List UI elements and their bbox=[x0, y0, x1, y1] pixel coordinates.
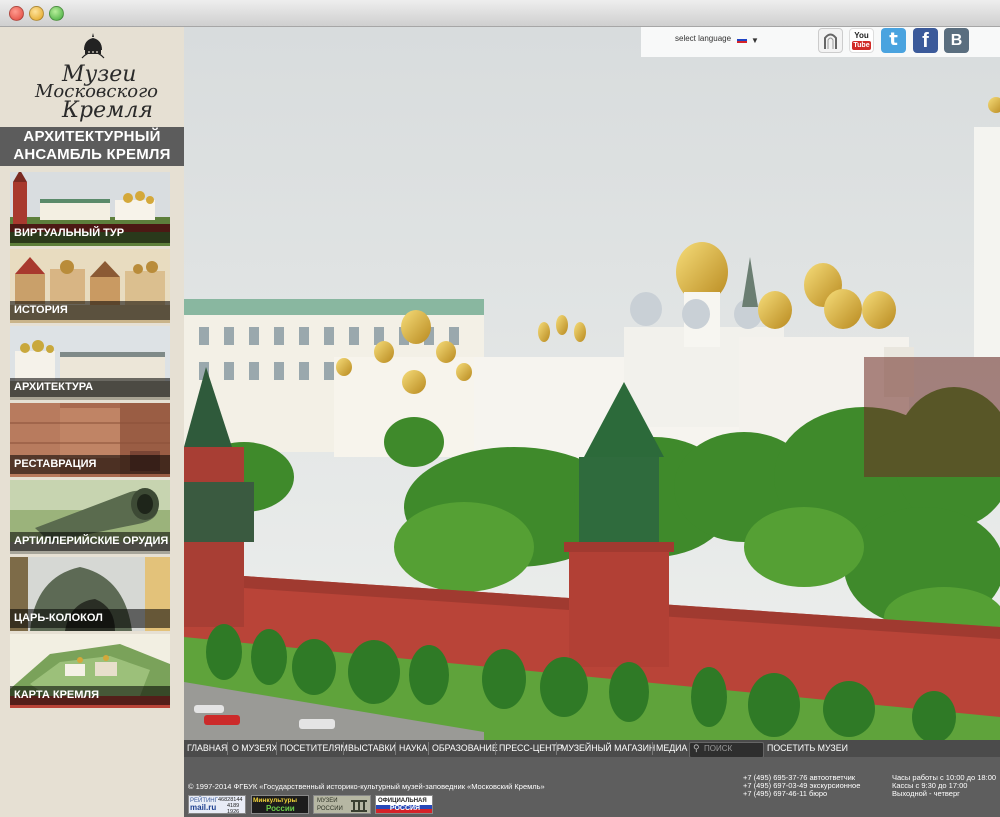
menu-divider bbox=[556, 742, 557, 755]
select-language-label[interactable]: select language bbox=[675, 34, 731, 43]
museums-bottom: РОССИИ bbox=[317, 806, 343, 812]
nav-tile-label: АРХИТЕКТУРА bbox=[10, 378, 170, 397]
day-off-text: Выходной - четверг bbox=[892, 789, 960, 798]
menu-item-education[interactable]: ОБРАЗОВАНИЕ bbox=[432, 740, 498, 757]
menu-item-home[interactable]: ГЛАВНАЯ bbox=[187, 740, 227, 757]
window-titlebar bbox=[0, 0, 1000, 27]
menu-item-science[interactable]: НАУКА bbox=[399, 740, 427, 757]
section-title-line1: АРХИТЕКТУРНЫЙ bbox=[23, 128, 161, 145]
logo-text-kremlin: Кремля bbox=[62, 98, 153, 123]
copyright-text: © 1997-2014 ФГБУК «Государственный истор… bbox=[188, 782, 545, 791]
menu-divider bbox=[495, 742, 496, 755]
twitter-icon[interactable]: t bbox=[881, 28, 906, 53]
menu-item-visitors[interactable]: ПОСЕТИТЕЛЯМ bbox=[280, 740, 348, 757]
nav-tile-label: ИСТОРИЯ bbox=[10, 301, 170, 320]
menu-item-press-center[interactable]: ПРЕСС-ЦЕНТР bbox=[499, 740, 563, 757]
menu-divider bbox=[227, 742, 228, 755]
section-title: АРХИТЕКТУРНЫЙ АНСАМБЛЬ КРЕМЛЯ bbox=[0, 127, 184, 166]
nav-tile-virtual-tour[interactable]: ВИРТУАЛЬНЫЙ ТУР bbox=[10, 172, 170, 246]
museums-of-russia-badge[interactable]: МУЗЕИ РОССИИ bbox=[313, 795, 371, 814]
official-top: ОФИЦИАЛЬНАЯ bbox=[378, 798, 427, 804]
vkontakte-icon[interactable]: B bbox=[944, 28, 969, 53]
close-window-icon[interactable] bbox=[9, 6, 24, 21]
nav-tile-kremlin-map[interactable]: КАРТА КРЕМЛЯ bbox=[10, 634, 170, 708]
nav-tile-label: КАРТА КРЕМЛЯ bbox=[10, 686, 170, 705]
section-title-line2: АНСАМБЛЬ КРЕМЛЯ bbox=[13, 146, 171, 163]
youtube-bottom-text: Tube bbox=[852, 41, 871, 50]
museum-logo[interactable]: Музеи Московского Кремля bbox=[22, 32, 162, 124]
phone-bureau: +7 (495) 697-46-11 бюро bbox=[743, 789, 828, 798]
sidebar: Музеи Московского Кремля АРХИТЕКТУРНЫЙ А… bbox=[0, 27, 184, 817]
menu-divider bbox=[652, 742, 653, 755]
menu-item-media[interactable]: МЕДИА bbox=[656, 740, 687, 757]
kremlin-panorama-image bbox=[184, 27, 1000, 740]
browser-window: Музеи Московского Кремля АРХИТЕКТУРНЫЙ А… bbox=[0, 0, 1000, 817]
menu-divider bbox=[395, 742, 396, 755]
minkult-bottom: России bbox=[266, 804, 295, 813]
chevron-down-icon[interactable]: ▼ bbox=[751, 36, 759, 45]
nav-tile-label: РЕСТАВРАЦИЯ bbox=[10, 455, 170, 474]
nav-tile-history[interactable]: ИСТОРИЯ bbox=[10, 249, 170, 323]
nav-tile-label: ЦАРЬ-КОЛОКОЛ bbox=[10, 609, 170, 628]
russian-flag-icon[interactable] bbox=[737, 37, 747, 43]
museums-top: МУЗЕИ bbox=[317, 798, 338, 804]
menu-divider bbox=[343, 742, 344, 755]
maximize-window-icon[interactable] bbox=[49, 6, 64, 21]
youtube-top-text: You bbox=[854, 31, 869, 40]
menu-item-museum-shop[interactable]: МУЗЕЙНЫЙ МАГАЗИН bbox=[561, 740, 655, 757]
nav-tile-tsar-bell[interactable]: ЦАРЬ-КОЛОКОЛ bbox=[10, 557, 170, 631]
menu-item-about-museums[interactable]: О МУЗЕЯХ bbox=[232, 740, 277, 757]
official-bottom: РОССИЯ bbox=[376, 805, 432, 813]
nav-tile-label: АРТИЛЛЕРИЙСКИЕ ОРУДИЯ bbox=[10, 532, 170, 551]
menu-item-exhibitions[interactable]: ВЫСТАВКИ bbox=[348, 740, 396, 757]
visit-museums-link[interactable]: ПОСЕТИТЬ МУЗЕИ bbox=[767, 740, 848, 757]
nav-tile-label: ВИРТУАЛЬНЫЙ ТУР bbox=[10, 224, 170, 243]
search-icon[interactable]: ⚲ bbox=[693, 743, 700, 754]
minimize-window-icon[interactable] bbox=[29, 6, 44, 21]
rating-number-3: 1926 bbox=[227, 809, 240, 814]
official-russia-badge[interactable]: ОФИЦИАЛЬНАЯ РОССИЯ bbox=[375, 795, 433, 814]
rating-site: mail.ru bbox=[190, 803, 217, 812]
hero-kremlin-photo bbox=[184, 27, 1000, 740]
facebook-icon[interactable]: f bbox=[913, 28, 938, 53]
menu-divider bbox=[428, 742, 429, 755]
kremlin-gate-icon[interactable] bbox=[818, 28, 843, 53]
youtube-icon[interactable]: You Tube bbox=[849, 28, 874, 53]
search-placeholder: ПОИСК bbox=[704, 744, 733, 753]
ministry-culture-badge[interactable]: Минкультуры России bbox=[251, 795, 309, 814]
nav-tile-artillery[interactable]: АРТИЛЛЕРИЙСКИЕ ОРУДИЯ bbox=[10, 480, 170, 554]
museum-columns-icon bbox=[351, 800, 367, 812]
menu-divider bbox=[276, 742, 277, 755]
nav-tile-restoration[interactable]: РЕСТАВРАЦИЯ bbox=[10, 403, 170, 477]
crown-logo-icon bbox=[81, 33, 105, 59]
nav-tile-architecture[interactable]: АРХИТЕКТУРА bbox=[10, 326, 170, 400]
mail-ru-rating-badge[interactable]: РЕЙТИНГ mail.ru 46828144 4189 1926 bbox=[188, 795, 246, 814]
